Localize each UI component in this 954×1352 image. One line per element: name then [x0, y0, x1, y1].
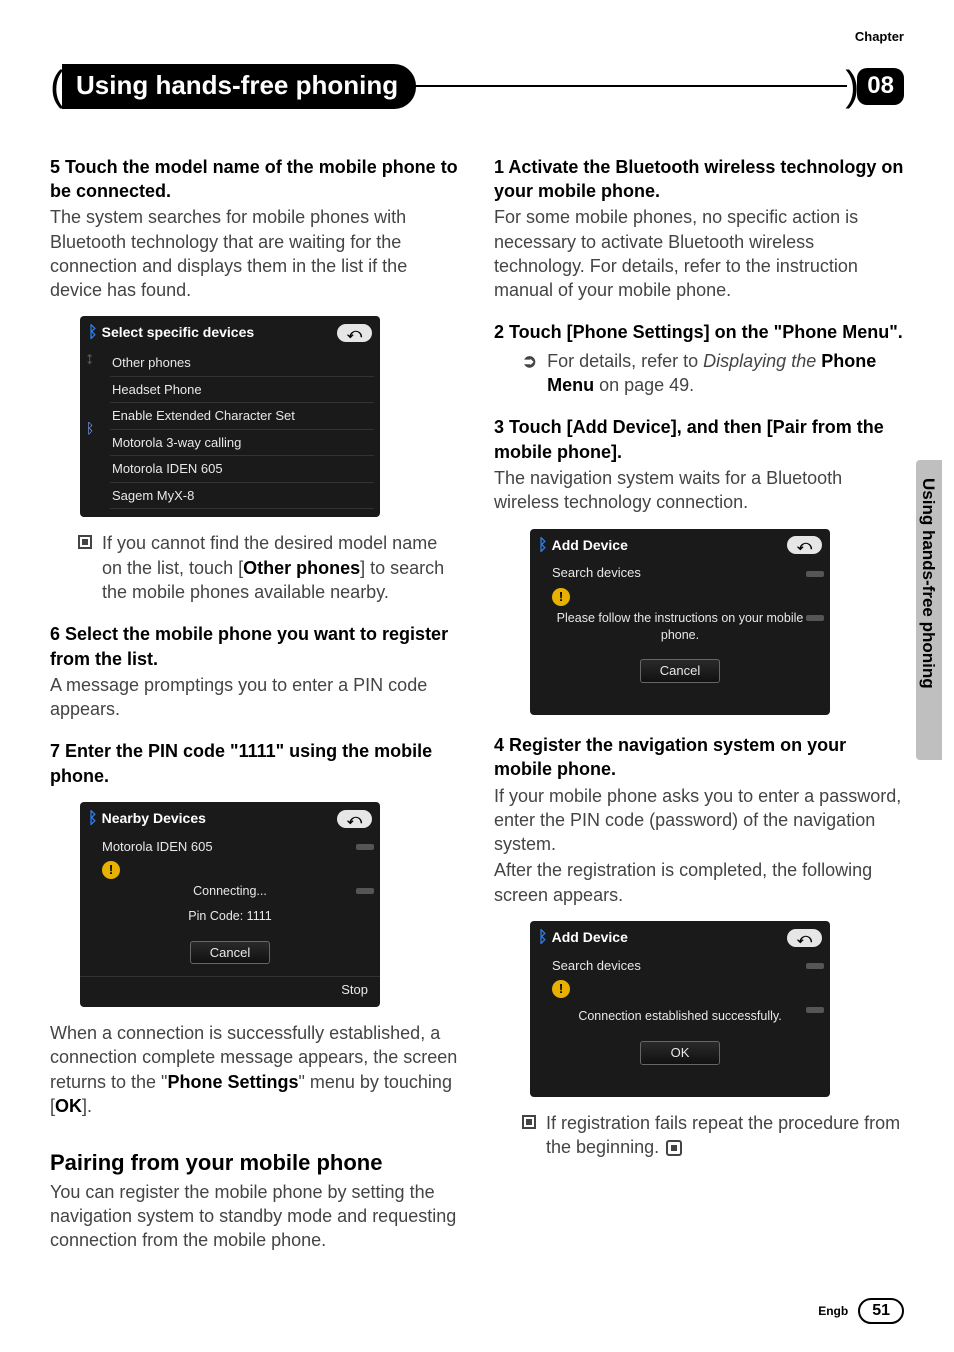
step-1-body: For some mobile phones, no specific acti… — [494, 205, 904, 302]
ss4-title: Add Device — [552, 929, 628, 945]
text-bold: OK — [55, 1096, 82, 1116]
step-2-sub: ➲ For details, refer to Displaying the P… — [494, 349, 904, 398]
cancel-button[interactable]: Cancel — [640, 659, 720, 683]
chapter-badge: 08 — [857, 68, 904, 104]
connecting-line2: Pin Code: 1111 — [80, 908, 380, 933]
back-button[interactable]: ⤺ — [787, 929, 822, 947]
alert-row: ! — [530, 582, 830, 606]
bluetooth-icon: ᛒSelect specific devices — [88, 322, 254, 344]
step-1-head: 1 Activate the Bluetooth wireless techno… — [494, 155, 904, 204]
scroll-icons: ⭥ ᛒ — [86, 350, 94, 438]
screenshot-add-device-wait: ᛒAdd Device ⤺ Search devices ! Please fo… — [530, 529, 830, 715]
end-square-icon — [666, 1140, 682, 1156]
step-4-head: 4 Register the navigation system on your… — [494, 733, 904, 782]
step-5-body: The system searches for mobile phones wi… — [50, 205, 460, 302]
alert-icon: ! — [552, 980, 570, 998]
bullet-box-icon — [78, 535, 92, 549]
ss3-sub: Search devices — [530, 560, 830, 582]
list-item[interactable]: Motorola IDEN 605 — [110, 456, 374, 483]
note-text: If registration fails repeat the procedu… — [546, 1113, 900, 1157]
note-registration-fail: If registration fails repeat the procedu… — [494, 1111, 904, 1160]
alert-row: ! — [530, 974, 830, 998]
page-title: Using hands-free phoning — [62, 64, 416, 109]
note-other-phones: If you cannot find the desired model nam… — [50, 531, 460, 604]
device-list: Other phones Headset Phone Enable Extend… — [80, 348, 380, 517]
ss4-sub: Search devices — [530, 953, 830, 975]
step-7-head: 7 Enter the PIN code "1111" using the mo… — [50, 739, 460, 788]
text: ]. — [82, 1096, 92, 1116]
ss3-title: Add Device — [552, 537, 628, 553]
step-3-head: 3 Touch [Add Device], and then [Pair fro… — [494, 415, 904, 464]
text: For details, refer to — [547, 351, 703, 371]
step-2-head: 2 Touch [Phone Settings] on the "Phone M… — [494, 320, 904, 344]
pairing-body: You can register the mobile phone by set… — [50, 1180, 460, 1253]
step-4-body2: After the registration is completed, the… — [494, 858, 904, 907]
list-item[interactable]: Enable Extended Character Set — [110, 403, 374, 430]
scroll-ticks — [806, 959, 824, 1017]
back-button[interactable]: ⤺ — [337, 810, 372, 828]
connecting-line1: Connecting... — [80, 879, 380, 908]
text-italic: Displaying the — [703, 351, 816, 371]
side-tab-text: Using hands-free phoning — [916, 478, 939, 689]
stop-button[interactable]: Stop — [80, 976, 380, 1007]
chapter-label: Chapter — [855, 28, 904, 46]
ss4-msg: Connection established successfully. — [530, 998, 830, 1033]
step-6-head: 6 Select the mobile phone you want to re… — [50, 622, 460, 671]
ss1-title: Select specific devices — [102, 324, 255, 340]
after-ss2-text: When a connection is successfully establ… — [50, 1021, 460, 1118]
step-6-body: A message promptings you to enter a PIN … — [50, 673, 460, 722]
ok-button[interactable]: OK — [640, 1041, 720, 1065]
pairing-heading: Pairing from your mobile phone — [50, 1148, 460, 1178]
list-item[interactable]: Sagem MyX-8 — [110, 483, 374, 510]
back-button[interactable]: ⤺ — [337, 324, 372, 342]
scroll-ticks — [806, 567, 824, 625]
alert-row: ! — [80, 855, 380, 879]
step-5-head: 5 Touch the model name of the mobile pho… — [50, 155, 460, 204]
note-bold: Other phones — [243, 558, 360, 578]
text-bold: Phone Settings — [167, 1072, 298, 1092]
bluetooth-icon: ᛒAdd Device — [538, 535, 628, 557]
alert-icon: ! — [102, 861, 120, 879]
header-rule — [414, 85, 847, 87]
screenshot-nearby-devices: ᛒNearby Devices ⤺ Motorola IDEN 605 ! Co… — [80, 802, 380, 1007]
chapter-header: ( Using hands-free phoning ) 08 — [50, 58, 904, 115]
cancel-button[interactable]: Cancel — [190, 941, 270, 965]
screenshot-add-device-ok: ᛒAdd Device ⤺ Search devices ! Connectio… — [530, 921, 830, 1097]
footer-lang: Engb — [818, 1303, 848, 1319]
bluetooth-icon: ᛒNearby Devices — [88, 808, 206, 830]
arrow-icon: ➲ — [522, 349, 537, 398]
scroll-ticks — [356, 840, 374, 898]
left-column: 5 Touch the model name of the mobile pho… — [50, 155, 460, 1253]
page-footer: Engb 51 — [818, 1298, 904, 1324]
list-item[interactable]: Motorola 3-way calling — [110, 430, 374, 457]
back-button[interactable]: ⤺ — [787, 536, 822, 554]
list-item[interactable]: Other phones — [110, 350, 374, 377]
step-4-body1: If your mobile phone asks you to enter a… — [494, 784, 904, 857]
footer-page: 51 — [858, 1298, 904, 1324]
ss3-msg: Please follow the instructions on your m… — [530, 606, 830, 652]
bullet-box-icon — [522, 1115, 536, 1129]
bluetooth-icon: ᛒAdd Device — [538, 927, 628, 949]
ss2-title: Nearby Devices — [102, 810, 206, 826]
step-3-body: The navigation system waits for a Blueto… — [494, 466, 904, 515]
right-column: 1 Activate the Bluetooth wireless techno… — [494, 155, 904, 1253]
screenshot-select-devices: ᛒSelect specific devices ⤺ ⭥ ᛒ Other pho… — [80, 316, 380, 517]
alert-icon: ! — [552, 588, 570, 606]
text: on page 49. — [594, 375, 694, 395]
ss2-sub: Motorola IDEN 605 — [80, 834, 380, 856]
list-item[interactable]: Headset Phone — [110, 377, 374, 404]
